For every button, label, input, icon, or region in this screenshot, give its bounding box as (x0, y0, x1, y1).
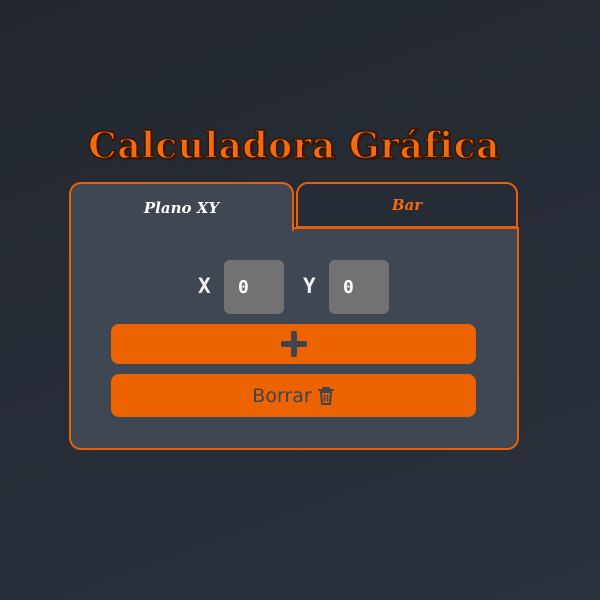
clear-button-label: Borrar (252, 384, 312, 407)
tab-label: Plano XY (143, 198, 220, 217)
panel-divider (292, 227, 519, 229)
x-label: X (198, 274, 211, 298)
add-point-button[interactable] (111, 324, 476, 364)
y-label: Y (303, 274, 316, 298)
y-input[interactable] (329, 260, 389, 314)
x-input[interactable] (224, 260, 284, 314)
clear-button[interactable]: Borrar (111, 374, 476, 417)
page-title: Calculadora Gráfica (87, 124, 500, 168)
plus-icon (279, 329, 309, 359)
trash-icon (317, 386, 335, 406)
tab-label: Bar (391, 196, 423, 214)
tab-bar[interactable]: Bar (296, 182, 518, 228)
tab-plano-xy[interactable]: Plano XY (69, 182, 294, 231)
